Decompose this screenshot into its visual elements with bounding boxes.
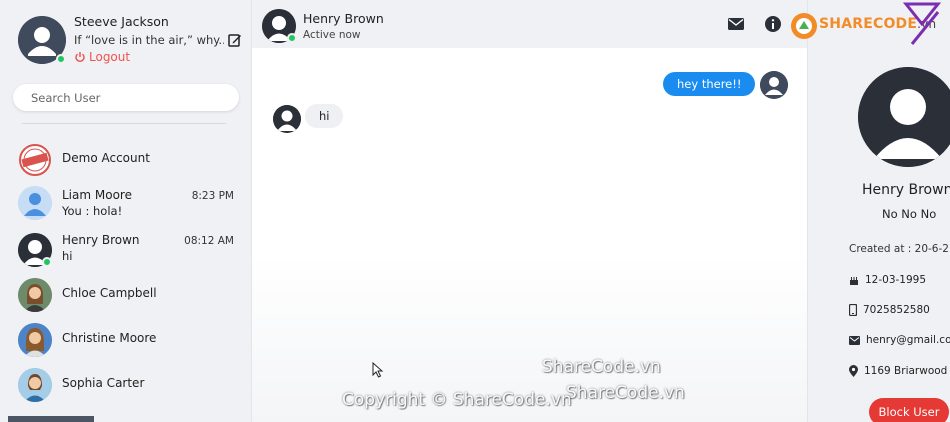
contact-item-henry-brown[interactable]: Henry Brown hi 08:12 AM [18, 231, 240, 271]
online-status-dot [42, 257, 52, 267]
mouse-cursor-icon [372, 362, 384, 378]
online-status-dot [287, 33, 297, 43]
contacts-sidebar: Steeve Jackson If “love is in the air,” … [0, 0, 252, 422]
contact-name: Demo Account [62, 151, 150, 165]
person-photo-icon [18, 368, 52, 402]
contact-avatar [18, 278, 52, 312]
online-status-dot [56, 54, 66, 64]
chat-panel: Henry Brown Active now hey there!! hi [252, 0, 807, 422]
current-user-name: Steeve Jackson [74, 14, 169, 29]
profile-created-date: Created at : 20-6-2 [849, 243, 949, 255]
user-silhouette-icon [858, 67, 950, 167]
contact-last-message: hi [62, 249, 73, 263]
contact-name: Liam Moore [62, 188, 132, 202]
contact-item-christine-moore[interactable]: Christine Moore [18, 321, 240, 361]
cake-icon [850, 276, 858, 285]
profile-avatar [858, 67, 950, 167]
person-photo-icon [18, 323, 52, 357]
sharecode-logo-icon [791, 13, 817, 39]
block-user-button[interactable]: Block User [869, 398, 949, 422]
current-user-card: Steeve Jackson If “love is in the air,” … [18, 14, 248, 70]
current-user-status: If “love is in the air,” why... [74, 33, 224, 47]
contact-item-liam-moore[interactable]: Liam Moore You : hola! 8:23 PM [18, 186, 240, 226]
profile-address-row: 1169 Briarwood Ro [849, 365, 950, 377]
profile-birthday: 12-03-1995 [865, 274, 927, 286]
mail-icon [849, 335, 860, 345]
chat-partner-name: Henry Brown [303, 11, 384, 26]
contact-name: Sophia Carter [62, 376, 145, 390]
profile-name: Henry Brown [862, 182, 950, 198]
corner-emblem-icon [902, 2, 942, 45]
contact-last-message: You : hola! [62, 204, 123, 218]
contact-avatar [18, 323, 52, 357]
user-silhouette-icon [273, 105, 301, 133]
window-taskbar-strip [8, 416, 94, 422]
info-icon[interactable] [764, 15, 782, 33]
contact-item-chloe-campbell[interactable]: Chloe Campbell [18, 276, 240, 316]
user-silhouette-icon [760, 71, 788, 99]
profile-email: henry@gmail.co [866, 334, 950, 346]
chat-partner-status: Active now [303, 29, 361, 41]
contact-item-demo-account[interactable]: Demo Account [18, 141, 240, 181]
contact-avatar [18, 186, 52, 220]
watermark-copyright: Copyright © ShareCode.vn [342, 390, 572, 410]
profile-panel: Henry Brown No No No Created at : 20-6-2… [807, 0, 950, 422]
contact-name: Henry Brown [62, 233, 140, 247]
edit-icon[interactable] [228, 33, 242, 47]
contact-time: 08:12 AM [184, 235, 234, 247]
power-icon [75, 52, 85, 63]
phone-icon [849, 304, 857, 316]
contact-item-sophia-carter[interactable]: Sophia Carter [18, 366, 240, 406]
sample-stamp-icon [19, 144, 51, 176]
profile-phone-row: 7025852580 [849, 304, 930, 316]
watermark-text: ShareCode.vn [542, 357, 661, 377]
profile-birthday-row: 12-03-1995 [849, 274, 926, 286]
profile-email-row: henry@gmail.co [849, 334, 950, 346]
location-pin-icon [849, 365, 858, 377]
contact-name: Christine Moore [62, 331, 157, 345]
watermark-text: ShareCode.vn [566, 383, 685, 403]
sidebar-divider [22, 123, 226, 124]
contact-time: 8:23 PM [191, 190, 234, 202]
logout-label: Logout [89, 50, 131, 64]
contact-avatar [18, 368, 52, 402]
contact-avatar [18, 143, 52, 177]
contact-name: Chloe Campbell [62, 286, 157, 300]
profile-bio: No No No [882, 207, 937, 221]
partner-message-avatar [273, 105, 301, 133]
own-message-avatar [760, 71, 788, 99]
logout-button[interactable]: Logout [74, 50, 130, 64]
user-silhouette-icon [18, 186, 52, 220]
sharecode-logo: SHARECODE.vn [790, 2, 950, 46]
profile-address: 1169 Briarwood Ro [864, 365, 950, 377]
mail-icon[interactable] [727, 15, 745, 33]
outgoing-message: hey there!! [663, 72, 756, 96]
incoming-message: hi [305, 104, 344, 128]
person-photo-icon [18, 278, 52, 312]
search-user-input[interactable] [13, 84, 239, 111]
chat-header: Henry Brown Active now [252, 0, 807, 48]
profile-phone: 7025852580 [863, 304, 930, 316]
